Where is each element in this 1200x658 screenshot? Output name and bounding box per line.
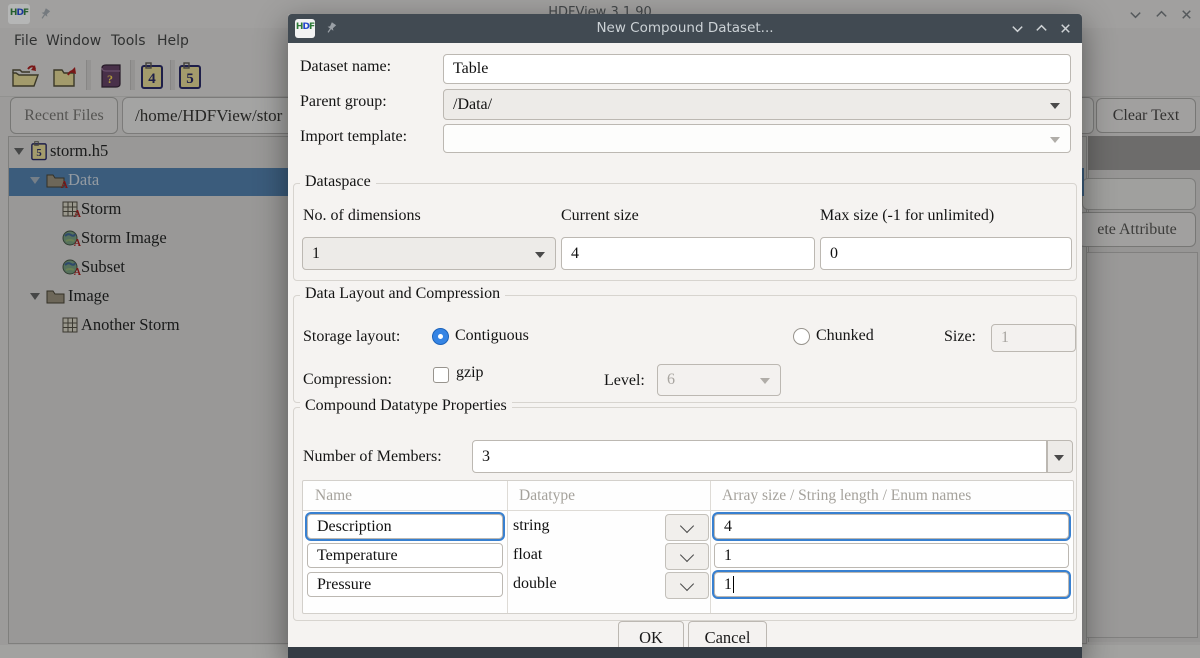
chevron-down-icon (1054, 454, 1064, 461)
chunk-size-input[interactable]: 1 (991, 324, 1076, 352)
level-value: 6 (667, 371, 675, 388)
member-name-input[interactable]: Description (307, 514, 503, 539)
dialog-body: Dataset name: Table Parent group: /Data/… (288, 43, 1082, 654)
chevron-down-icon (535, 251, 545, 258)
member-datatype-value: double (513, 575, 557, 592)
dialog-titlebar[interactable]: HDF New Compound Dataset... (288, 14, 1082, 43)
chunk-size-value: 1 (1001, 329, 1009, 346)
table-header-name: Name (315, 487, 353, 504)
dims-value: 1 (312, 244, 320, 262)
current-size-label: Current size (561, 207, 639, 224)
contiguous-label: Contiguous (455, 327, 529, 344)
dialog-bottom-frame (288, 647, 1082, 658)
compression-label: Compression: (303, 371, 392, 388)
column-divider (507, 481, 508, 613)
contiguous-radio[interactable] (432, 328, 449, 345)
max-size-value: 0 (830, 244, 838, 262)
parent-group-value: /Data/ (453, 95, 493, 113)
current-size-value: 4 (571, 244, 579, 262)
dataset-name-value: Table (453, 60, 489, 77)
member-size-value: 4 (724, 517, 732, 535)
datatype-dropdown-button[interactable] (665, 572, 709, 599)
column-divider (710, 481, 711, 613)
current-size-input[interactable]: 4 (561, 237, 815, 270)
compound-group: Compound Datatype Properties Number of M… (293, 397, 1077, 621)
member-name-value: Pressure (317, 575, 372, 593)
parent-group-label: Parent group: (300, 93, 387, 110)
dialog-title: New Compound Dataset... (596, 20, 774, 36)
level-combobox[interactable]: 6 (657, 364, 781, 396)
table-header-datatype: Datatype (519, 487, 575, 504)
member-datatype-value: float (513, 546, 543, 563)
member-size-value: 1 (724, 575, 732, 593)
dataspace-group: Dataspace No. of dimensions Current size… (293, 173, 1077, 281)
chevron-down-icon (1050, 102, 1060, 109)
chevron-down-icon (760, 378, 770, 384)
chevron-down-icon (679, 576, 695, 591)
member-table: Name Datatype Array size / String length… (302, 480, 1074, 614)
new-compound-dataset-dialog: HDF New Compound Dataset... Dataset name… (288, 14, 1082, 658)
number-of-members-value: 3 (482, 447, 490, 465)
member-name-input[interactable]: Temperature (307, 543, 503, 568)
member-size-input[interactable]: 4 (714, 514, 1069, 539)
compound-legend: Compound Datatype Properties (300, 397, 512, 415)
chunk-size-label: Size: (944, 328, 976, 345)
number-of-members-label: Number of Members: (303, 448, 442, 465)
maximize-icon[interactable] (1034, 21, 1049, 41)
dims-label: No. of dimensions (303, 207, 421, 224)
table-header-arraysize: Array size / String length / Enum names (722, 487, 972, 504)
gzip-label: gzip (456, 364, 484, 381)
max-size-input[interactable]: 0 (820, 237, 1072, 270)
datatype-dropdown-button[interactable] (665, 514, 709, 541)
member-name-input[interactable]: Pressure (307, 572, 503, 597)
minimize-icon[interactable] (1010, 21, 1025, 41)
member-name-value: Description (317, 517, 392, 535)
dataspace-legend: Dataspace (300, 173, 376, 191)
dims-combobox[interactable]: 1 (302, 237, 556, 270)
text-caret (733, 576, 734, 593)
screen: HDF HDFView 3.1.90 File Window Tools Hel… (0, 0, 1200, 658)
dataset-name-input[interactable]: Table (443, 54, 1071, 84)
chevron-down-icon (679, 518, 695, 533)
gzip-checkbox[interactable] (433, 367, 449, 383)
member-name-value: Temperature (317, 546, 398, 564)
chunked-label: Chunked (816, 327, 874, 344)
import-template-label: Import template: (300, 128, 408, 145)
level-label: Level: (604, 372, 645, 389)
import-template-combobox[interactable] (443, 124, 1071, 153)
member-datatype-value: string (513, 517, 550, 534)
chunked-radio[interactable] (793, 328, 810, 345)
member-size-value: 1 (724, 546, 732, 564)
layout-group: Data Layout and Compression Storage layo… (293, 285, 1077, 403)
member-size-input[interactable]: 1 (714, 572, 1069, 597)
chevron-down-icon (1050, 136, 1060, 143)
storage-layout-label: Storage layout: (303, 328, 401, 345)
header-divider (303, 510, 1073, 511)
parent-group-combobox[interactable]: /Data/ (443, 89, 1071, 120)
dataset-name-label: Dataset name: (300, 58, 392, 75)
chevron-down-icon (679, 547, 695, 562)
member-size-input[interactable]: 1 (714, 543, 1069, 568)
max-size-label: Max size (-1 for unlimited) (820, 207, 995, 224)
layout-legend: Data Layout and Compression (300, 285, 506, 303)
number-of-members-dropdown-button[interactable] (1047, 440, 1073, 473)
datatype-dropdown-button[interactable] (665, 543, 709, 570)
number-of-members-input[interactable]: 3 (472, 440, 1047, 473)
close-icon[interactable] (1058, 21, 1073, 41)
